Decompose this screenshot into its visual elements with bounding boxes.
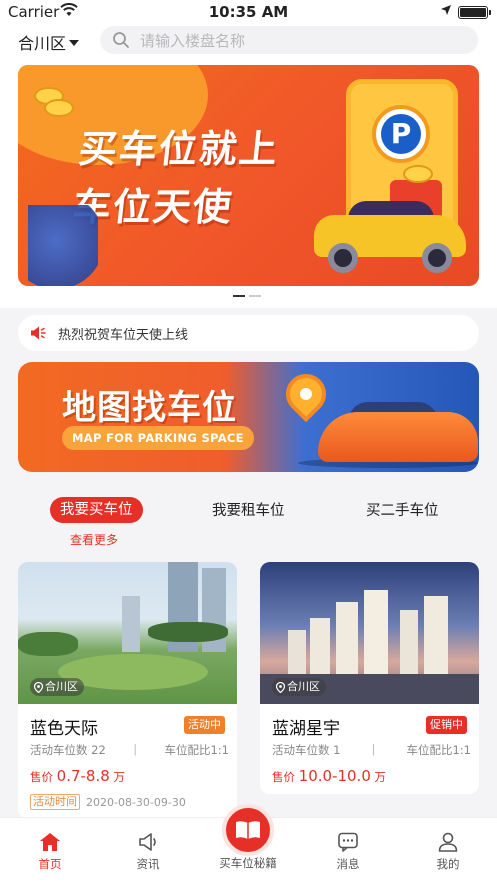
page-dot-active[interactable]: [233, 295, 245, 297]
search-input[interactable]: 请输入楼盘名称: [100, 26, 478, 54]
tab-messages-label: 消息: [336, 857, 360, 871]
banner-title: 买车位就上 车位天使: [70, 120, 282, 236]
search-icon: [113, 32, 129, 48]
car-illustration: [318, 412, 478, 462]
status-bar: Carrier 10:35 AM: [0, 0, 497, 24]
tab-rent-parking[interactable]: 我要租车位: [212, 499, 285, 520]
leaf-decoration: [28, 205, 98, 286]
price-unit: 万: [113, 770, 125, 784]
view-more-link[interactable]: 查看更多: [70, 531, 118, 548]
listing-name: 蓝湖星宇: [272, 719, 340, 739]
spots-label: 活动车位数: [272, 743, 330, 757]
status-badge: 活动中: [184, 716, 225, 734]
map-banner-subtitle: MAP FOR PARKING SPACE: [62, 426, 254, 450]
map-pin-icon: [277, 365, 335, 423]
listing-info: 活动车位数 22 | 车位配比1:1: [30, 742, 229, 757]
car-wheel: [422, 243, 452, 273]
location-label: 合川区: [287, 680, 320, 693]
ratio-label: 车位配比: [406, 743, 453, 757]
top-bar: 合川区 请输入楼盘名称: [0, 24, 497, 58]
ratio-value: 1:1: [210, 743, 229, 757]
promo-banner[interactable]: 买车位就上 车位天使 P: [18, 65, 479, 286]
listing-info: 活动车位数 1 | 车位配比1:1: [272, 742, 471, 757]
tab-messages[interactable]: 消息: [318, 832, 378, 872]
banner-pagination: [233, 295, 261, 297]
car-wheel: [328, 243, 358, 273]
page-dot[interactable]: [249, 295, 261, 297]
tab-home[interactable]: 首页: [20, 832, 80, 872]
map-search-banner[interactable]: 地图找车位 MAP FOR PARKING SPACE: [18, 362, 479, 472]
caret-down-icon: [69, 40, 80, 46]
spots-value: 1: [333, 743, 341, 757]
city-label: 合川区: [18, 34, 67, 53]
banner-title-line2: 车位天使: [70, 185, 236, 229]
listing-price: 售价 0.7-8.8 万: [30, 767, 125, 785]
price-unit: 万: [374, 770, 387, 784]
notice-bar[interactable]: 热烈祝贺车位天使上线: [18, 315, 479, 351]
tab-news[interactable]: 资讯: [118, 832, 178, 872]
user-icon: [438, 832, 458, 852]
listing-card[interactable]: 合川区 蓝湖星宇 促销中 活动车位数 1 | 车位配比1:1 售价 10.0-1…: [260, 562, 479, 794]
category-tabs: 我要买车位 我要租车位 买二手车位 查看更多: [0, 497, 497, 551]
tab-news-label: 资讯: [136, 857, 160, 871]
notice-text: 热烈祝贺车位天使上线: [58, 327, 189, 343]
tab-second-hand-parking[interactable]: 买二手车位: [366, 499, 439, 520]
clock: 10:35 AM: [208, 3, 289, 21]
date-value: 2020-08-30-09-30: [86, 795, 186, 809]
price-value: 10.0-10.0: [298, 767, 371, 785]
tab-guide-label[interactable]: 买车位秘籍: [208, 855, 288, 871]
speaker-icon: [31, 326, 46, 340]
location-pin-icon: [276, 681, 285, 693]
activity-date: 活动时间 2020-08-30-09-30: [30, 794, 186, 810]
location-tag: 合川区: [30, 678, 84, 696]
book-icon: [236, 821, 260, 839]
location-tag: 合川区: [272, 678, 326, 696]
tab-mine-label: 我的: [436, 857, 460, 871]
date-label: 活动时间: [30, 794, 80, 810]
chat-icon: [338, 832, 358, 852]
location-pin-icon: [34, 681, 43, 693]
ratio-label: 车位配比: [164, 743, 211, 757]
location-arrow-icon: [441, 5, 451, 15]
listing-card[interactable]: 合川区 蓝色天际 活动中 活动车位数 22 | 车位配比1:1 售价 0.7-8…: [18, 562, 237, 819]
coin-icon: [44, 99, 74, 117]
home-icon: [40, 833, 60, 851]
tab-mine[interactable]: 我的: [418, 832, 478, 872]
location-label: 合川区: [45, 680, 78, 693]
battery-icon: [458, 6, 491, 19]
price-label: 售价: [30, 770, 53, 784]
listing-photo: 合川区: [18, 562, 237, 704]
ratio-value: 1:1: [452, 743, 471, 757]
tab-home-label: 首页: [38, 857, 62, 871]
guide-button[interactable]: [222, 804, 274, 856]
spots-label: 活动车位数: [30, 743, 88, 757]
price-value: 0.7-8.8: [56, 767, 110, 785]
listing-photo: 合川区: [260, 562, 479, 704]
city-selector[interactable]: 合川区: [18, 30, 80, 54]
parking-icon: P: [372, 105, 430, 163]
banner-title-line1: 买车位就上: [76, 127, 282, 171]
listing-price: 售价 10.0-10.0 万: [272, 767, 386, 785]
spots-value: 22: [91, 743, 106, 757]
price-label: 售价: [272, 770, 295, 784]
search-placeholder: 请输入楼盘名称: [140, 31, 246, 50]
megaphone-icon: [139, 833, 156, 851]
tab-buy-parking[interactable]: 我要买车位: [50, 497, 143, 523]
status-badge: 促销中: [426, 716, 467, 734]
map-banner-title: 地图找车位: [62, 388, 237, 428]
listing-name: 蓝色天际: [30, 719, 98, 739]
coin-icon: [403, 165, 433, 183]
